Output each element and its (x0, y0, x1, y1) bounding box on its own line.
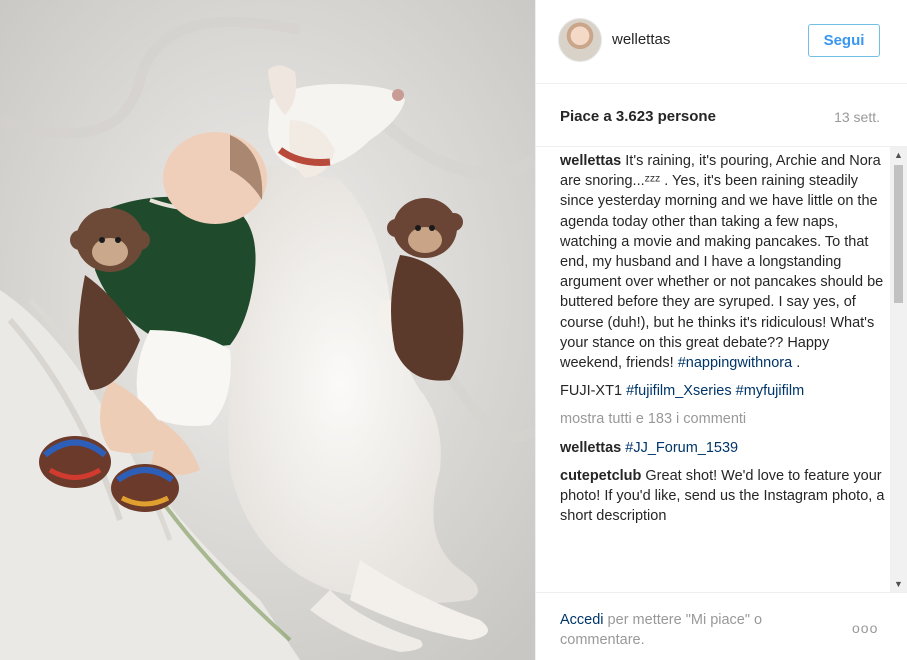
camera-comment: FUJI-XT1 #fujifilm_Xseries #myfujifilm (560, 381, 888, 401)
hashtag-myfujifilm[interactable]: #myfujifilm (736, 383, 804, 399)
post-footer: Accedi per mettere "Mi piace" o commenta… (536, 592, 907, 660)
comments-list: wellettas It's raining, it's pouring, Ar… (560, 151, 888, 534)
post-username[interactable]: wellettas (612, 31, 670, 48)
scroll-up-arrow-icon[interactable]: ▲ (890, 147, 907, 164)
comments-scrollbar[interactable]: ▲ ▼ (890, 147, 907, 592)
login-prompt: Accedi per mettere "Mi piace" o commenta… (560, 610, 820, 650)
post-header: wellettas Segui (536, 0, 907, 84)
post-photo[interactable] (0, 0, 535, 660)
camera-prefix: FUJI-XT1 (560, 383, 627, 400)
comment-hashtag[interactable]: #nappingwithnora (678, 355, 792, 371)
login-link[interactable]: Accedi (560, 612, 604, 628)
scroll-down-arrow-icon[interactable]: ▼ (890, 576, 907, 592)
comments-section[interactable]: wellettas It's raining, it's pouring, Ar… (536, 146, 907, 592)
avatar[interactable] (558, 18, 602, 62)
scrollbar-thumb[interactable] (894, 165, 903, 303)
comment-text: It's raining, it's pouring, Archie and N… (560, 153, 884, 372)
photo-illustration (0, 0, 535, 660)
post-side-panel: wellettas Segui Piace a 3.623 persone 13… (535, 0, 907, 660)
comment-username[interactable]: wellettas (560, 153, 621, 169)
follow-button[interactable]: Segui (808, 24, 880, 57)
list-item: wellettas #JJ_Forum_1539 (560, 438, 888, 458)
post-date[interactable]: 13 sett. (834, 109, 880, 125)
comment-hashtag[interactable]: #JJ_Forum_1539 (625, 440, 738, 456)
comment-username[interactable]: cutepetclub (560, 468, 641, 484)
more-options-button[interactable]: ooo (852, 620, 878, 636)
hashtag-fujifilm-xseries[interactable]: #fujifilm_Xseries (626, 383, 732, 399)
comment-username[interactable]: wellettas (560, 440, 621, 456)
comment-suffix: . (792, 355, 801, 372)
list-item: cutepetclub Great shot! We'd love to fea… (560, 466, 888, 527)
likes-count[interactable]: Piace a 3.623 persone (560, 108, 716, 125)
show-all-comments-link[interactable]: mostra tutti e 183 i commenti (560, 409, 888, 429)
caption-comment: wellettas It's raining, it's pouring, Ar… (560, 151, 888, 373)
likes-row: Piace a 3.623 persone 13 sett. (560, 108, 880, 128)
